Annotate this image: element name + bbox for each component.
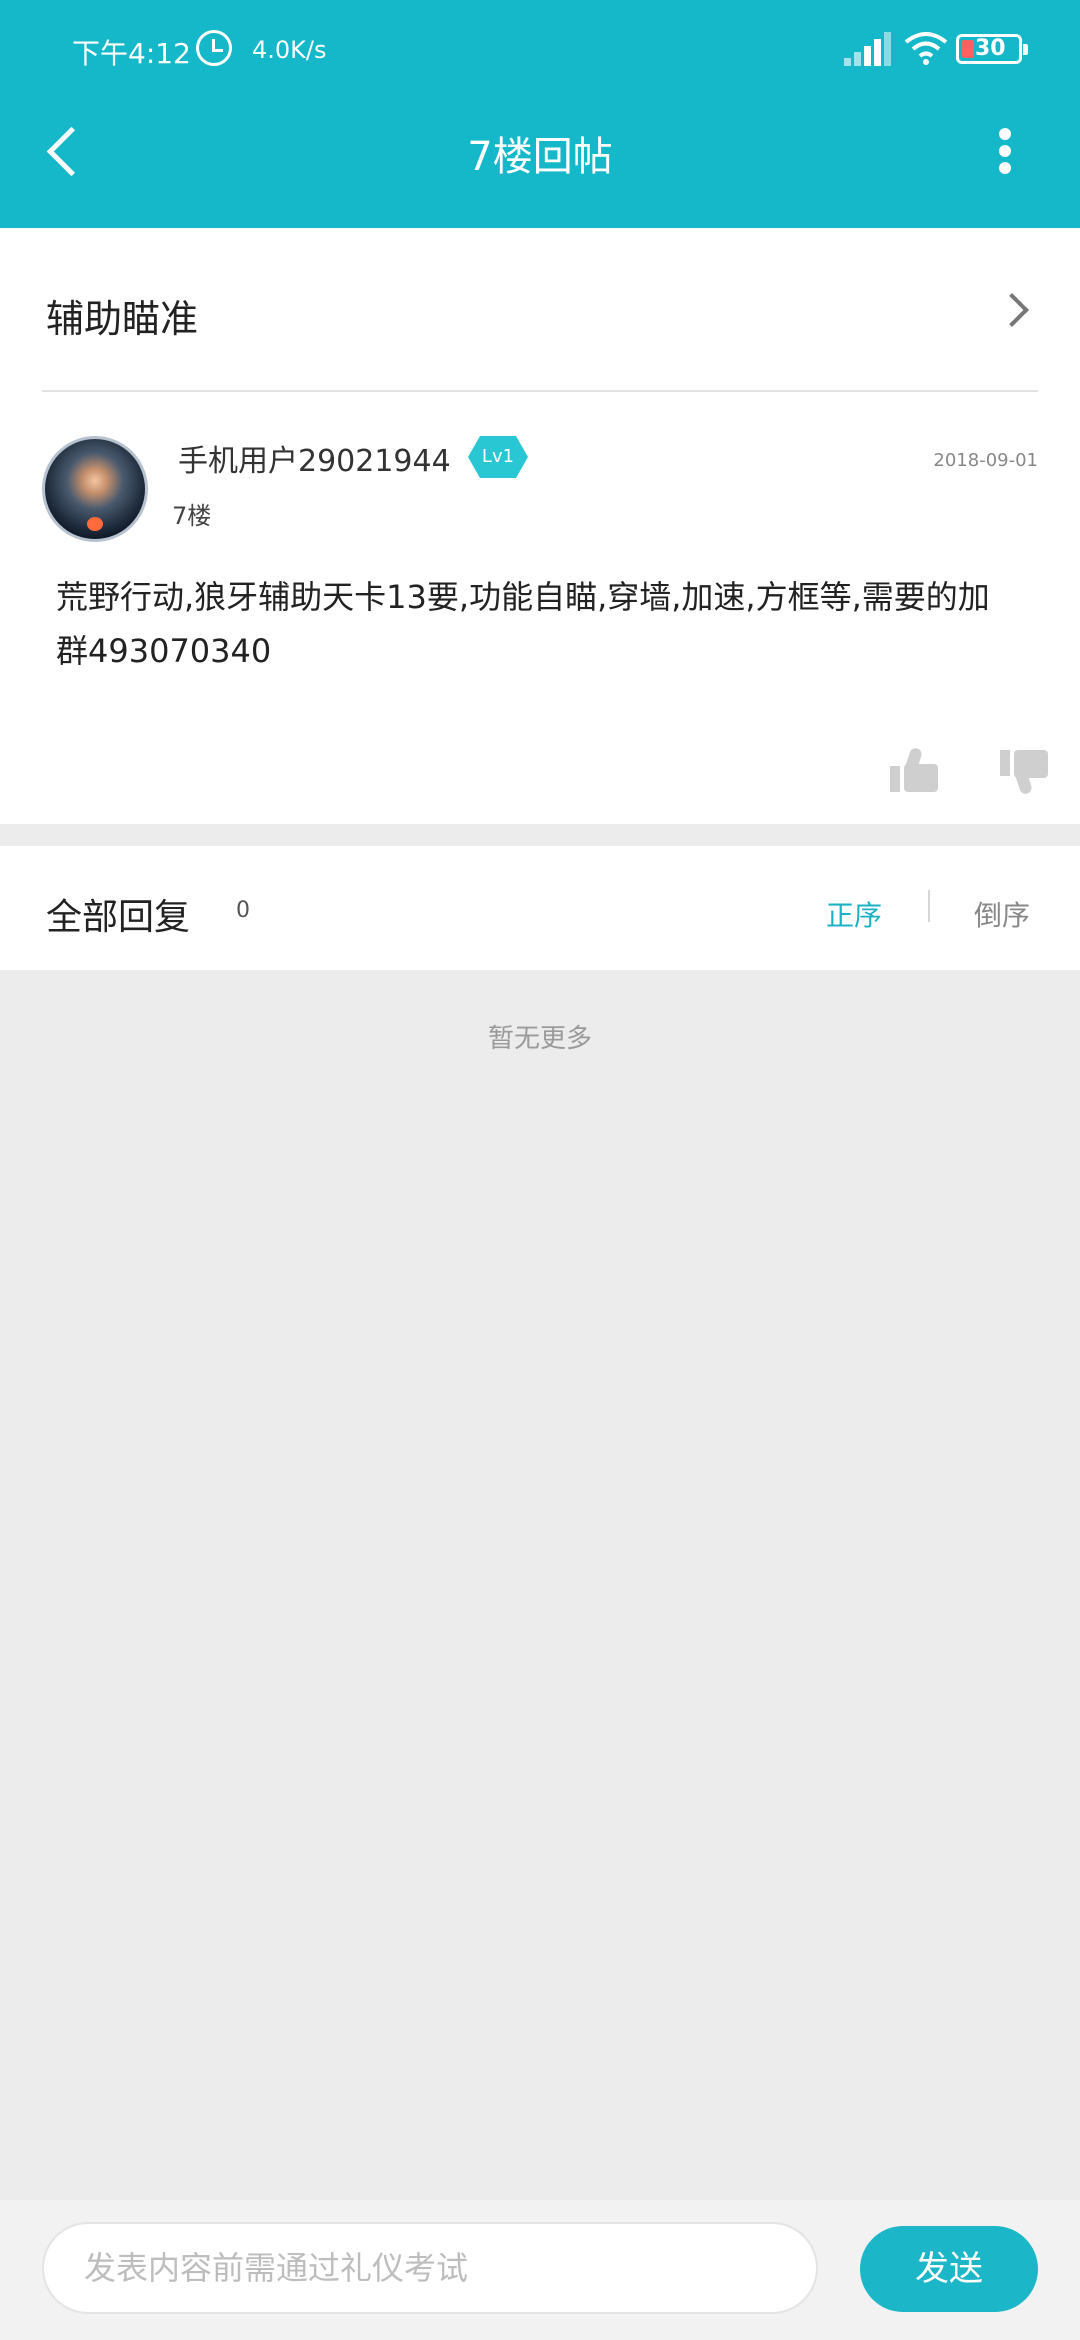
wifi-icon [904, 32, 948, 65]
post-date: 2018-09-01 [933, 450, 1038, 471]
page-title: 7楼回帖 [467, 134, 613, 180]
avatar[interactable] [42, 436, 148, 542]
thumbs-down-icon[interactable] [1000, 750, 1050, 796]
signal-icon [844, 32, 891, 66]
topic-label: 辅助瞄准 [46, 297, 199, 341]
username[interactable]: 手机用户29021944 [178, 436, 451, 480]
sort-divider [928, 890, 930, 922]
status-time: 下午4:12 [72, 37, 191, 70]
post-content: 荒野行动,狼牙辅助天卡13要,功能自瞄,穿墙,加速,方框等,需要的加群49307… [56, 578, 990, 670]
more-vertical-icon[interactable] [990, 126, 1020, 176]
network-speed: 4.0K/s [252, 36, 327, 64]
send-button[interactable]: 发送 [860, 2226, 1038, 2312]
level-badge: Lv1 [468, 436, 528, 478]
comment-input[interactable] [42, 2222, 818, 2314]
sort-ascending-button[interactable]: 正序 [826, 894, 882, 934]
replies-count: 0 [236, 898, 250, 923]
empty-state-text: 暂无更多 [487, 1024, 592, 1054]
alarm-icon [196, 30, 232, 66]
post-card: 辅助瞄准 手机用户29021944 Lv1 7楼 2018-09-01 荒野行动… [0, 228, 1080, 824]
battery-level: 30 [975, 36, 1006, 61]
status-bar: 下午4:12 4.0K/s 30 [0, 0, 1080, 100]
sort-descending-button[interactable]: 倒序 [974, 894, 1030, 934]
floor-number: 7楼 [172, 502, 212, 530]
replies-title: 全部回复 [46, 897, 191, 938]
replies-header: 全部回复 0 正序 倒序 [0, 846, 1080, 970]
battery-icon: 30 [956, 34, 1028, 64]
composer-bar: 发送 [0, 2200, 1080, 2340]
topic-link[interactable]: 辅助瞄准 [0, 228, 1080, 392]
chevron-right-icon [1000, 292, 1030, 328]
top-app-bar: 下午4:12 4.0K/s 30 7楼回帖 [0, 0, 1080, 228]
thumbs-up-icon[interactable] [890, 746, 940, 792]
divider [42, 390, 1038, 392]
